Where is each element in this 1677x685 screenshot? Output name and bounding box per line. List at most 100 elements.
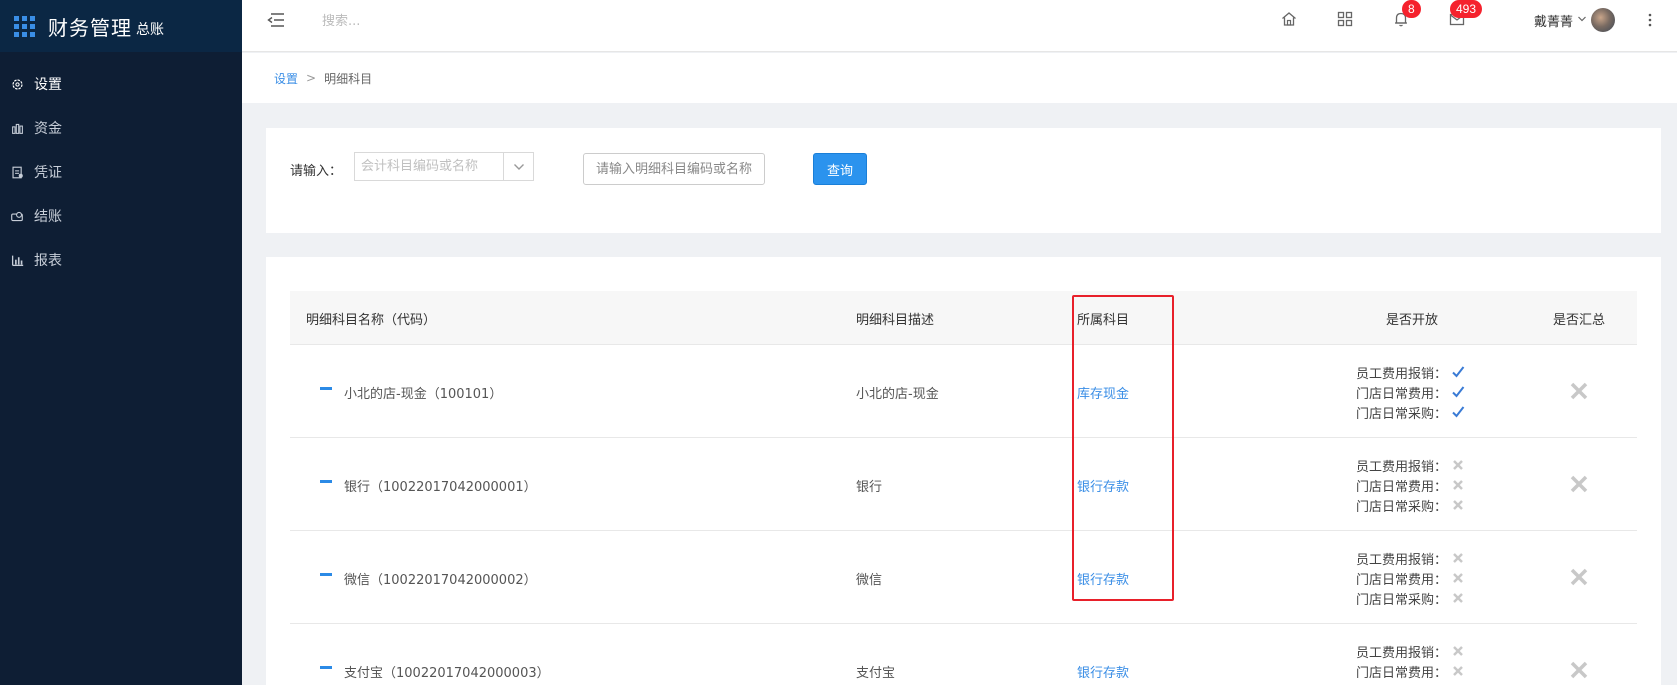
voucher-icon xyxy=(10,165,24,179)
open-item-label: 员工费用报销： xyxy=(1356,645,1448,661)
column-header-desc: 明细科目描述 xyxy=(856,313,935,328)
check-icon[interactable] xyxy=(1451,405,1465,419)
app-subtitle: 总账 xyxy=(136,22,164,38)
open-item-label: 门店日常采购： xyxy=(1356,592,1448,608)
open-item-label: 员工费用报销： xyxy=(1356,552,1448,568)
table-header: 明细科目名称（代码） 明细科目描述 所属科目 是否开放 是否汇总 xyxy=(290,291,1637,345)
detail-accounts-table: 明细科目名称（代码） 明细科目描述 所属科目 是否开放 是否汇总 小北的店-现金… xyxy=(290,291,1637,685)
open-item-label: 门店日常费用： xyxy=(1356,665,1448,681)
collapse-row-icon[interactable] xyxy=(320,480,332,483)
open-status-list: 员工费用报销： 门店日常费用： 门店日常采购： xyxy=(1356,362,1496,422)
select-dropdown-button[interactable] xyxy=(503,153,533,180)
close-icon[interactable] xyxy=(1451,571,1465,585)
global-search-input[interactable] xyxy=(322,10,572,32)
collapse-row-icon[interactable] xyxy=(320,573,332,576)
table-panel: 明细科目名称（代码） 明细科目描述 所属科目 是否开放 是否汇总 小北的店-现金… xyxy=(266,257,1661,685)
user-menu[interactable]: 戴菁菁 xyxy=(1534,8,1616,32)
home-icon[interactable] xyxy=(1280,10,1300,30)
sidebar-item-settings[interactable]: 设置 xyxy=(0,62,242,106)
breadcrumb: 设置 > 明细科目 xyxy=(242,53,1677,103)
row-name: 银行（10022017042000001） xyxy=(344,480,537,495)
table-row: 银行（10022017042000001） 银行 银行存款 员工费用报销： 门店… xyxy=(290,438,1637,531)
row-account-link[interactable]: 银行存款 xyxy=(1077,662,1129,681)
row-name: 小北的店-现金（100101） xyxy=(344,387,503,402)
more-vertical-icon[interactable] xyxy=(1647,10,1657,30)
row-name: 支付宝（10022017042000003） xyxy=(344,666,550,681)
sidebar-item-label: 凭证 xyxy=(34,165,62,181)
open-item-label: 门店日常采购： xyxy=(1356,406,1448,422)
close-icon[interactable] xyxy=(1569,660,1589,680)
table-row: 小北的店-现金（100101） 小北的店-现金 库存现金 员工费用报销： 门店日… xyxy=(290,345,1637,438)
close-icon[interactable] xyxy=(1451,664,1465,678)
open-item: 门店日常费用： xyxy=(1356,661,1496,681)
chevron-down-icon xyxy=(1577,13,1587,28)
avatar[interactable] xyxy=(1591,8,1616,32)
collapse-row-icon[interactable] xyxy=(320,387,332,390)
open-item-label: 员工费用报销： xyxy=(1356,459,1448,475)
sidebar-item-voucher[interactable]: 凭证 xyxy=(0,150,242,194)
open-item: 门店日常费用： xyxy=(1356,568,1496,588)
brand-header: 财务管理 总账 xyxy=(0,0,242,52)
open-item: 门店日常采购： xyxy=(1356,402,1496,422)
app-grid-icon[interactable] xyxy=(14,15,35,37)
open-status-list: 员工费用报销： 门店日常费用： 门店日常采购： xyxy=(1356,548,1496,608)
gear-icon xyxy=(10,77,24,91)
sidebar-item-label: 资金 xyxy=(34,121,62,137)
open-item: 门店日常费用： xyxy=(1356,475,1496,495)
table-row: 支付宝（10022017042000003） 支付宝 银行存款 员工费用报销： … xyxy=(290,624,1637,685)
notification-count-badge: 8 xyxy=(1402,0,1421,18)
sidebar-item-funds[interactable]: 资金 xyxy=(0,106,242,150)
close-icon[interactable] xyxy=(1451,498,1465,512)
account-select-input[interactable] xyxy=(355,153,503,180)
row-account-link[interactable]: 库存现金 xyxy=(1077,383,1129,402)
open-item-label: 门店日常费用： xyxy=(1356,572,1448,588)
open-item: 员工费用报销： xyxy=(1356,455,1496,475)
open-item-label: 门店日常费用： xyxy=(1356,479,1448,495)
collapse-row-icon[interactable] xyxy=(320,666,332,669)
sidebar-item-checkout[interactable]: 结账 xyxy=(0,194,242,238)
query-button[interactable]: 查询 xyxy=(813,153,867,185)
table-row: 微信（10022017042000002） 微信 银行存款 员工费用报销： 门店… xyxy=(290,531,1637,624)
column-header-open: 是否开放 xyxy=(1386,313,1439,328)
close-icon[interactable] xyxy=(1569,381,1589,401)
detail-account-search-input[interactable] xyxy=(583,153,765,185)
open-item-label: 员工费用报销： xyxy=(1356,366,1448,382)
row-name: 微信（10022017042000002） xyxy=(344,573,537,588)
close-icon[interactable] xyxy=(1569,567,1589,587)
close-icon[interactable] xyxy=(1451,644,1465,658)
close-icon[interactable] xyxy=(1451,478,1465,492)
close-icon[interactable] xyxy=(1569,474,1589,494)
fund-icon xyxy=(10,121,24,135)
app-title: 财务管理 xyxy=(48,15,132,40)
open-item: 员工费用报销： xyxy=(1356,548,1496,568)
row-account-link[interactable]: 银行存款 xyxy=(1077,476,1129,495)
apps-grid-icon[interactable] xyxy=(1336,10,1356,30)
mail-icon[interactable]: 493 xyxy=(1448,0,1483,30)
row-desc: 微信 xyxy=(856,573,883,588)
open-item-label: 门店日常费用： xyxy=(1356,386,1448,402)
close-icon[interactable] xyxy=(1451,551,1465,565)
sidebar: 财务管理 总账 设置 资金 凭证 结账 报表 xyxy=(0,0,242,685)
row-desc: 小北的店-现金 xyxy=(856,387,939,402)
check-icon[interactable] xyxy=(1451,385,1465,399)
open-item: 门店日常采购： xyxy=(1356,495,1496,515)
breadcrumb-separator: > xyxy=(306,71,317,85)
menu-toggle-icon[interactable] xyxy=(266,10,286,30)
check-icon[interactable] xyxy=(1451,365,1465,379)
close-icon[interactable] xyxy=(1451,458,1465,472)
open-item: 门店日常费用： xyxy=(1356,382,1496,402)
bar-chart-icon xyxy=(10,253,24,267)
breadcrumb-current: 明细科目 xyxy=(324,71,373,86)
chevron-down-icon xyxy=(513,163,524,170)
row-desc: 支付宝 xyxy=(856,666,896,681)
open-item: 员工费用报销： xyxy=(1356,362,1496,382)
sidebar-item-reports[interactable]: 报表 xyxy=(0,238,242,282)
column-header-name: 明细科目名称（代码） xyxy=(306,313,437,328)
row-account-link[interactable]: 银行存款 xyxy=(1077,569,1129,588)
bell-icon[interactable]: 8 xyxy=(1392,0,1421,30)
open-item: 门店日常采购： xyxy=(1356,588,1496,608)
search-panel: 请输入： 查询 xyxy=(266,128,1661,233)
breadcrumb-parent-link[interactable]: 设置 xyxy=(274,70,298,87)
close-icon[interactable] xyxy=(1451,591,1465,605)
account-select[interactable] xyxy=(354,152,534,181)
